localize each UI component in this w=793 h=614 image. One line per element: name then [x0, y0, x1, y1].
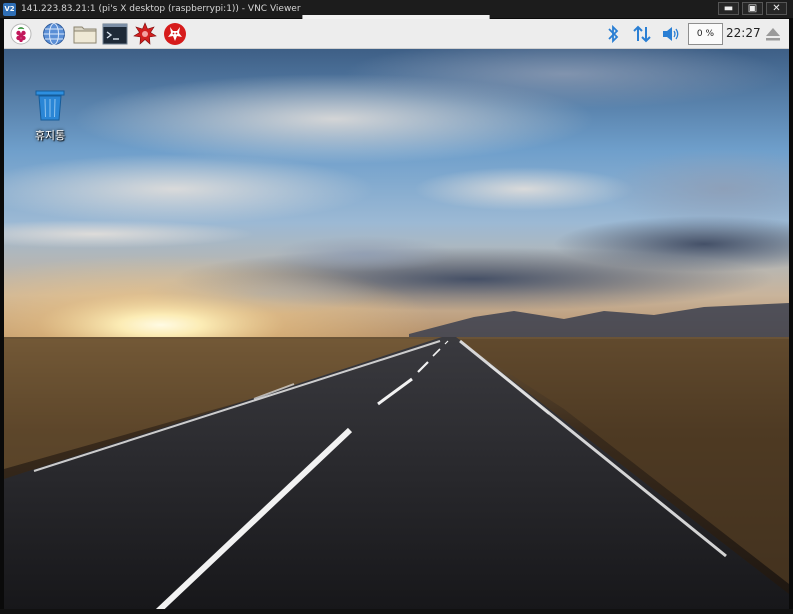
bluetooth-icon[interactable] [600, 22, 626, 46]
desktop-wallpaper[interactable]: 휴지통 [4, 49, 789, 609]
volume-icon[interactable] [658, 22, 684, 46]
minimize-button[interactable]: ▬ [718, 2, 739, 15]
terminal-icon[interactable] [102, 22, 128, 46]
window-title: 141.223.83.21:1 (pi's X desktop (raspber… [21, 4, 301, 14]
remote-desktop[interactable]: 0 % 22:27 휴지통 [4, 19, 789, 609]
desktop-icon-trash[interactable]: 휴지통 [28, 89, 72, 143]
vnc-viewer-icon: V2 [3, 2, 16, 16]
maximize-button[interactable]: ▣ [742, 2, 763, 15]
window-bottom-border [0, 609, 793, 614]
eject-icon[interactable] [760, 22, 786, 46]
cpu-usage-monitor[interactable]: 0 % [688, 23, 723, 45]
network-icon[interactable] [629, 22, 655, 46]
mathematica-icon[interactable] [132, 22, 158, 46]
taskbar: 0 % 22:27 [4, 19, 789, 49]
close-button[interactable]: ✕ [766, 2, 787, 15]
web-browser-icon[interactable] [41, 22, 67, 46]
road-sunset-image [4, 49, 789, 609]
trash-icon [35, 90, 65, 121]
clock[interactable]: 22:27 [726, 26, 761, 40]
window-controls: ▬ ▣ ✕ [718, 2, 787, 15]
file-manager-icon[interactable] [72, 22, 98, 46]
desktop-icon-label: 휴지통 [34, 129, 66, 142]
wolfram-icon[interactable] [162, 22, 188, 46]
raspberry-menu-icon[interactable] [8, 22, 34, 46]
